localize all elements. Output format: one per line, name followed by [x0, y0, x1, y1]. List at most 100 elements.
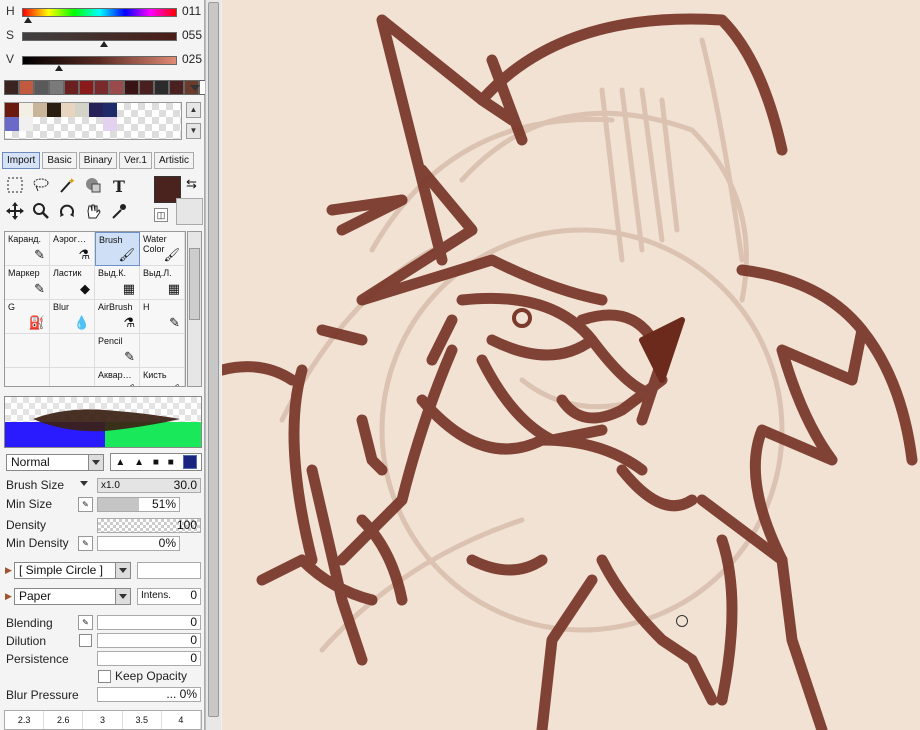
- rect-select-icon[interactable]: [4, 176, 26, 198]
- texture-expand-icon[interactable]: ▶: [5, 591, 12, 602]
- brush-slot[interactable]: Кисть 🖌: [140, 368, 185, 386]
- palette-swatch[interactable]: [109, 80, 124, 95]
- brush-slot[interactable]: [5, 334, 50, 368]
- blur-pressure-field[interactable]: ... 0%: [97, 687, 201, 702]
- tip-hard-icon[interactable]: ▲: [115, 457, 125, 468]
- brush-slot[interactable]: Аэрог… ⚗: [50, 232, 95, 266]
- transparent-color-icon[interactable]: ◫: [154, 208, 168, 222]
- tip-flat-icon[interactable]: ■: [168, 457, 174, 468]
- scratch-scroll-down-icon[interactable]: ▼: [186, 123, 201, 139]
- brush-slot[interactable]: Выд.К. ▦: [95, 266, 140, 300]
- scratch-scroll-up-icon[interactable]: ▲: [186, 102, 201, 118]
- palette-swatch[interactable]: [154, 80, 169, 95]
- scratch-color-swatch[interactable]: [61, 103, 75, 117]
- scratch-color-swatch[interactable]: [19, 103, 33, 117]
- brush-slot[interactable]: H ✎: [140, 300, 185, 334]
- palette-swatch[interactable]: [79, 80, 94, 95]
- brush-slot[interactable]: Выд.Л. ▦: [140, 266, 185, 300]
- palette-swatch[interactable]: [139, 80, 154, 95]
- brush-slot[interactable]: [50, 334, 95, 368]
- scratch-color-swatch[interactable]: [75, 103, 89, 117]
- value-bar[interactable]: [22, 56, 177, 65]
- scratch-color-swatch[interactable]: [5, 117, 19, 131]
- palette-swatch[interactable]: [124, 80, 139, 95]
- move-icon[interactable]: [4, 202, 26, 224]
- min-density-field[interactable]: 0%: [97, 536, 180, 551]
- scratch-color-swatch[interactable]: [103, 117, 117, 131]
- eyedropper-icon[interactable]: [108, 202, 130, 224]
- tab-ver1[interactable]: Ver.1: [119, 152, 152, 169]
- brush-slot[interactable]: G ⛽: [5, 300, 50, 334]
- scratch-color-swatch[interactable]: [89, 103, 103, 117]
- drawing-canvas[interactable]: [222, 0, 920, 730]
- keep-opacity-checkbox[interactable]: [98, 670, 111, 683]
- brush-size-preset[interactable]: 3: [83, 711, 123, 729]
- brush-size-dropdown-icon[interactable]: [80, 481, 88, 486]
- palette-swatch[interactable]: [19, 80, 34, 95]
- brush-tip-shapes[interactable]: ▲ ▲ ■ ■: [110, 453, 202, 471]
- rotate-icon[interactable]: [56, 202, 78, 224]
- palette-swatch[interactable]: [4, 80, 19, 95]
- brush-size-preset[interactable]: 2.3: [5, 711, 45, 729]
- brush-grid-scrollbar[interactable]: [187, 231, 202, 387]
- texture-chevron-down-icon[interactable]: [115, 589, 130, 604]
- dilution-field[interactable]: 0: [97, 633, 201, 648]
- hue-bar[interactable]: [22, 8, 177, 17]
- magic-wand-icon[interactable]: ✦: [56, 176, 78, 198]
- min-size-pressure-icon[interactable]: ✎: [78, 497, 93, 512]
- min-size-field[interactable]: 51%: [97, 497, 180, 512]
- tab-binary[interactable]: Binary: [78, 152, 118, 169]
- hue-marker[interactable]: [24, 17, 32, 23]
- brush-slot[interactable]: Pencil ✎: [95, 334, 140, 368]
- brush-size-preset[interactable]: 4: [162, 711, 202, 729]
- brush-slot[interactable]: Аквар… 🖌: [95, 368, 140, 386]
- sub-color-swatch[interactable]: [176, 198, 203, 225]
- saturation-marker[interactable]: [100, 41, 108, 47]
- intensity-field[interactable]: Intens. 0: [137, 588, 201, 605]
- brush-slot[interactable]: Ластик ◆: [50, 266, 95, 300]
- hand-icon[interactable]: [82, 202, 104, 224]
- panel-scrollbar[interactable]: [205, 0, 221, 730]
- lasso-icon[interactable]: [30, 176, 52, 198]
- brush-slot[interactable]: Каранд. ✎: [5, 232, 50, 266]
- tab-artistic[interactable]: Artistic: [153, 152, 194, 169]
- blend-mode-select[interactable]: Normal: [6, 454, 104, 471]
- brush-size-preset[interactable]: 3.5: [123, 711, 162, 729]
- brush-shape-select[interactable]: [ Simple Circle ]: [14, 562, 131, 579]
- palette-dropdown-icon[interactable]: [190, 85, 200, 91]
- blend-mode-chevron-down-icon[interactable]: [88, 455, 103, 470]
- tip-medium-icon[interactable]: ▲: [134, 457, 144, 468]
- shape-select-icon[interactable]: [82, 176, 104, 198]
- saturation-bar[interactable]: [22, 32, 177, 41]
- texture-select[interactable]: Paper: [14, 588, 131, 605]
- tab-basic[interactable]: Basic: [42, 152, 77, 169]
- blending-pressure-icon[interactable]: ✎: [78, 615, 93, 630]
- palette-swatch[interactable]: [64, 80, 79, 95]
- brush-slot[interactable]: [140, 334, 185, 368]
- brush-grid-scroll-thumb[interactable]: [189, 248, 200, 320]
- brush-size-field[interactable]: x1.0 30.0: [97, 478, 201, 493]
- panel-scroll-thumb[interactable]: [208, 2, 219, 717]
- tip-soft-icon[interactable]: ■: [153, 457, 159, 468]
- brush-slot[interactable]: Brush 🖌: [95, 232, 140, 266]
- shape-expand-icon[interactable]: ▶: [5, 565, 12, 576]
- brush-size-preset[interactable]: 2.6: [44, 711, 84, 729]
- scratch-color-swatch[interactable]: [47, 103, 61, 117]
- palette-swatches[interactable]: [4, 80, 214, 98]
- brush-slot[interactable]: [50, 368, 95, 386]
- scratch-color-swatch[interactable]: [19, 117, 33, 131]
- zoom-icon[interactable]: [30, 202, 52, 224]
- palette-swatch[interactable]: [94, 80, 109, 95]
- persistence-field[interactable]: 0: [97, 651, 201, 666]
- density-field[interactable]: 100: [97, 518, 201, 533]
- dilution-pressure-checkbox[interactable]: [79, 634, 92, 647]
- brush-slot[interactable]: Water Color 🖌: [140, 232, 185, 266]
- tip-selected-icon[interactable]: [182, 455, 197, 469]
- text-tool-icon[interactable]: T: [108, 176, 130, 198]
- shape-param-field[interactable]: [137, 562, 201, 579]
- value-slider[interactable]: V 025: [4, 52, 204, 74]
- scratch-color-swatch[interactable]: [103, 103, 117, 117]
- scratch-color-swatch[interactable]: [5, 103, 19, 117]
- blending-field[interactable]: 0: [97, 615, 201, 630]
- tab-import[interactable]: Import: [2, 152, 41, 169]
